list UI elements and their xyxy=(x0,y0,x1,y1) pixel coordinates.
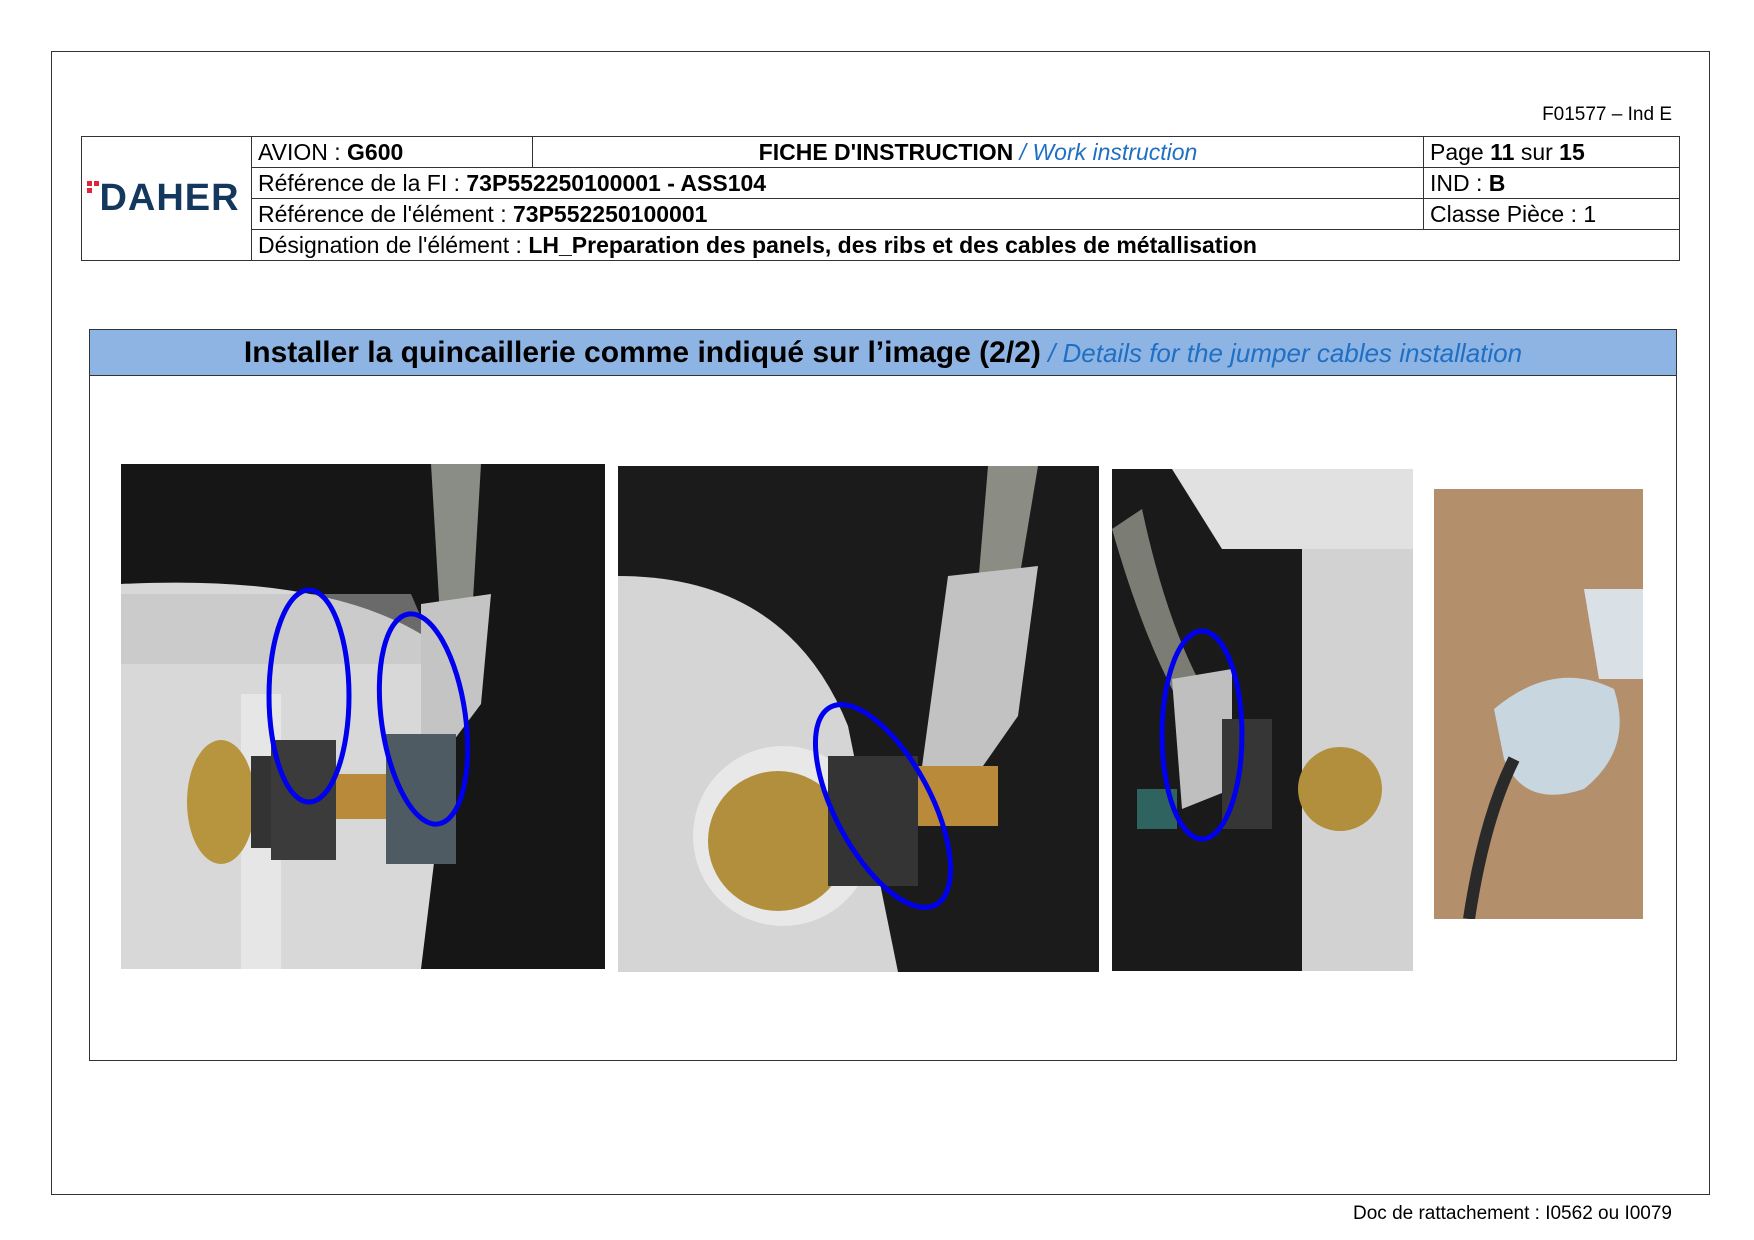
photo-hardware-angle xyxy=(618,466,1099,972)
daher-logo: DAHER xyxy=(87,177,239,220)
avion-cell: AVION : G600 xyxy=(251,136,533,168)
title-cell: FICHE D'INSTRUCTION / Work instruction xyxy=(532,136,1424,168)
footer-attachment-doc: Doc de rattachement : I0562 ou I0079 xyxy=(1353,1203,1672,1224)
logo-cell: DAHER xyxy=(81,136,252,261)
header-table: DAHER AVION : G600 FICHE D'INSTRUCTION /… xyxy=(81,136,1680,261)
ind-cell: IND : B xyxy=(1423,167,1680,199)
classe-cell: Classe Pièce : 1 xyxy=(1423,198,1680,230)
ref-element-cell: Référence de l'élément : 73P552250100001 xyxy=(251,198,1424,230)
section-heading: Installer la quincaillerie comme indiqué… xyxy=(90,330,1676,376)
photo-hardware-front xyxy=(121,464,605,969)
ref-fi-cell: Référence de la FI : 73P552250100001 - A… xyxy=(251,167,1424,199)
photo-hardware-rear xyxy=(1112,469,1413,971)
designation-cell: Désignation de l'élément : LH_Preparatio… xyxy=(251,229,1680,261)
photo-sealant-detail xyxy=(1434,489,1643,919)
document-reference: F01577 – Ind E xyxy=(1542,104,1672,125)
page-cell: Page 11 sur 15 xyxy=(1423,136,1680,168)
